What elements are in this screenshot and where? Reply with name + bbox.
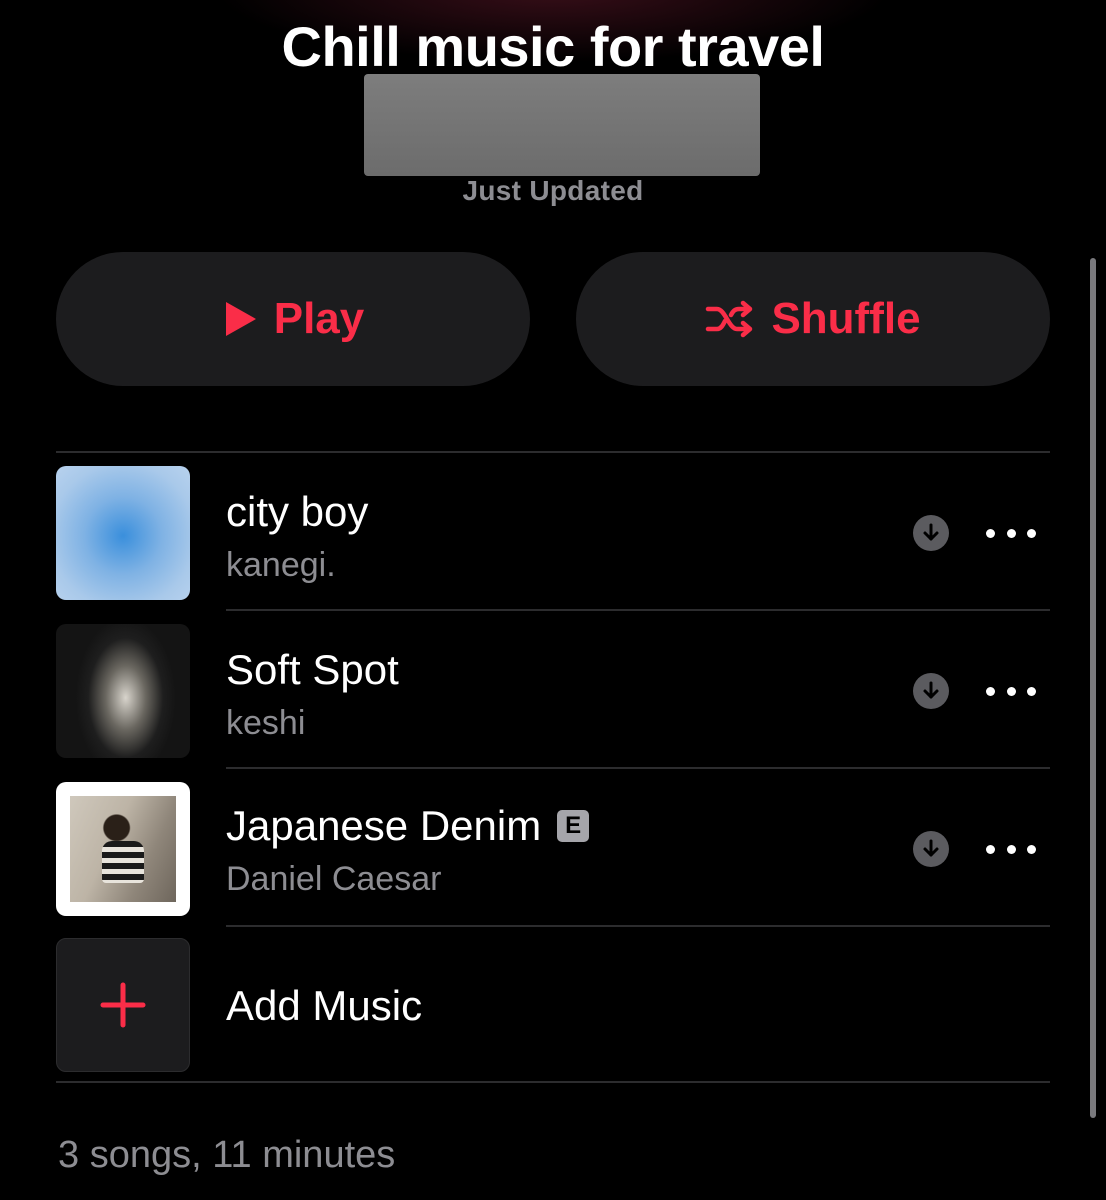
shuffle-button-label: Shuffle: [771, 294, 921, 343]
divider: [226, 609, 1050, 611]
divider: [56, 1081, 1050, 1083]
play-icon: [225, 302, 256, 336]
shuffle-icon: [706, 300, 753, 338]
redacted-block: [364, 74, 760, 176]
song-artist: Daniel Caesar: [226, 860, 442, 898]
playlist-updated-status: Just Updated: [462, 175, 644, 206]
album-art: [56, 466, 190, 600]
song-artist: kanegi.: [226, 546, 336, 584]
divider: [56, 451, 1050, 453]
download-icon[interactable]: [913, 673, 949, 709]
plus-icon: [100, 982, 146, 1028]
add-music-row[interactable]: Add Music: [0, 934, 1080, 1088]
divider: [226, 925, 1050, 927]
album-art: [56, 624, 190, 758]
more-icon[interactable]: [986, 681, 1036, 701]
song-title: Japanese Denim E: [226, 802, 590, 850]
album-art: [56, 782, 190, 916]
song-row-soft-spot[interactable]: Soft Spot keshi: [0, 618, 1080, 772]
song-title-text: Japanese Denim: [226, 802, 542, 849]
playlist-summary: 3 songs, 11 minutes: [58, 1134, 396, 1176]
download-icon[interactable]: [913, 515, 949, 551]
play-button[interactable]: Play: [56, 252, 530, 386]
playlist-title: Chill music for travel: [281, 15, 825, 78]
song-title: Soft Spot: [226, 646, 399, 693]
explicit-badge: E: [557, 810, 590, 842]
more-icon[interactable]: [986, 523, 1036, 543]
play-button-label: Play: [273, 294, 365, 343]
add-music-tile[interactable]: [56, 938, 190, 1072]
more-icon[interactable]: [986, 839, 1036, 859]
song-row-city-boy[interactable]: city boy kanegi.: [0, 460, 1080, 614]
shuffle-button[interactable]: Shuffle: [576, 252, 1050, 386]
add-music-label: Add Music: [226, 982, 423, 1029]
divider: [226, 767, 1050, 769]
song-title: city boy: [226, 488, 369, 535]
scrollbar[interactable]: [1090, 258, 1096, 1118]
song-row-japanese-denim[interactable]: Japanese Denim E Daniel Caesar: [0, 776, 1080, 930]
download-icon[interactable]: [913, 831, 949, 867]
song-artist: keshi: [226, 704, 306, 742]
